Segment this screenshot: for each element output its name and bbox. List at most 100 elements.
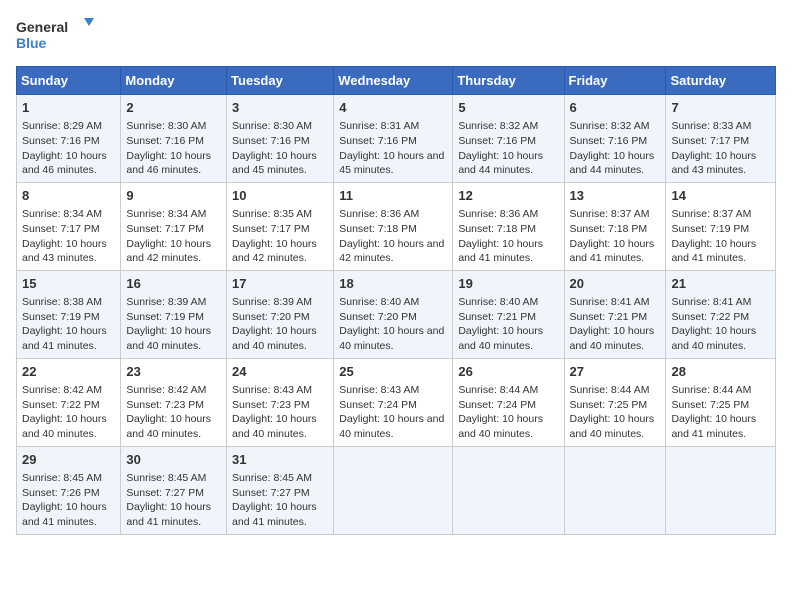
cell-content: Sunrise: 8:38 AM Sunset: 7:19 PM Dayligh… bbox=[22, 295, 115, 354]
cell-content: Sunrise: 8:45 AM Sunset: 7:26 PM Dayligh… bbox=[22, 471, 115, 530]
day-number: 30 bbox=[126, 451, 221, 469]
header-cell-thursday: Thursday bbox=[453, 67, 564, 95]
daylight-label: Daylight: 10 hours and 41 minutes. bbox=[232, 501, 317, 528]
calendar-cell: 17 Sunrise: 8:39 AM Sunset: 7:20 PM Dayl… bbox=[227, 270, 334, 358]
sunrise-label: Sunrise: 8:45 AM bbox=[232, 472, 312, 484]
day-number: 2 bbox=[126, 99, 221, 117]
sunrise-label: Sunrise: 8:33 AM bbox=[671, 120, 751, 132]
sunset-label: Sunset: 7:18 PM bbox=[458, 223, 536, 235]
daylight-label: Daylight: 10 hours and 41 minutes. bbox=[22, 501, 107, 528]
day-number: 7 bbox=[671, 99, 770, 117]
sunrise-label: Sunrise: 8:42 AM bbox=[22, 384, 102, 396]
cell-content: Sunrise: 8:37 AM Sunset: 7:19 PM Dayligh… bbox=[671, 207, 770, 266]
daylight-label: Daylight: 10 hours and 41 minutes. bbox=[458, 238, 543, 265]
cell-content: Sunrise: 8:34 AM Sunset: 7:17 PM Dayligh… bbox=[126, 207, 221, 266]
daylight-label: Daylight: 10 hours and 40 minutes. bbox=[339, 325, 444, 352]
sunrise-label: Sunrise: 8:32 AM bbox=[570, 120, 650, 132]
sunset-label: Sunset: 7:16 PM bbox=[126, 135, 204, 147]
daylight-label: Daylight: 10 hours and 46 minutes. bbox=[22, 150, 107, 177]
daylight-label: Daylight: 10 hours and 41 minutes. bbox=[22, 325, 107, 352]
cell-content: Sunrise: 8:41 AM Sunset: 7:21 PM Dayligh… bbox=[570, 295, 661, 354]
sunrise-label: Sunrise: 8:39 AM bbox=[126, 296, 206, 308]
cell-content: Sunrise: 8:42 AM Sunset: 7:23 PM Dayligh… bbox=[126, 383, 221, 442]
sunrise-label: Sunrise: 8:34 AM bbox=[22, 208, 102, 220]
sunset-label: Sunset: 7:17 PM bbox=[126, 223, 204, 235]
calendar-cell: 28 Sunrise: 8:44 AM Sunset: 7:25 PM Dayl… bbox=[666, 358, 776, 446]
calendar-cell: 6 Sunrise: 8:32 AM Sunset: 7:16 PM Dayli… bbox=[564, 95, 666, 183]
daylight-label: Daylight: 10 hours and 40 minutes. bbox=[570, 325, 655, 352]
day-number: 21 bbox=[671, 275, 770, 293]
sunset-label: Sunset: 7:21 PM bbox=[458, 311, 536, 323]
sunset-label: Sunset: 7:17 PM bbox=[22, 223, 100, 235]
sunset-label: Sunset: 7:18 PM bbox=[339, 223, 417, 235]
calendar-cell: 23 Sunrise: 8:42 AM Sunset: 7:23 PM Dayl… bbox=[121, 358, 227, 446]
header-cell-tuesday: Tuesday bbox=[227, 67, 334, 95]
sunrise-label: Sunrise: 8:42 AM bbox=[126, 384, 206, 396]
calendar-cell: 1 Sunrise: 8:29 AM Sunset: 7:16 PM Dayli… bbox=[17, 95, 121, 183]
cell-content: Sunrise: 8:32 AM Sunset: 7:16 PM Dayligh… bbox=[570, 119, 661, 178]
cell-content: Sunrise: 8:44 AM Sunset: 7:25 PM Dayligh… bbox=[671, 383, 770, 442]
calendar-cell: 10 Sunrise: 8:35 AM Sunset: 7:17 PM Dayl… bbox=[227, 182, 334, 270]
sunset-label: Sunset: 7:19 PM bbox=[126, 311, 204, 323]
logo-svg: General Blue bbox=[16, 16, 96, 54]
calendar-cell: 8 Sunrise: 8:34 AM Sunset: 7:17 PM Dayli… bbox=[17, 182, 121, 270]
day-number: 18 bbox=[339, 275, 447, 293]
daylight-label: Daylight: 10 hours and 45 minutes. bbox=[232, 150, 317, 177]
cell-content: Sunrise: 8:40 AM Sunset: 7:20 PM Dayligh… bbox=[339, 295, 447, 354]
calendar-cell: 5 Sunrise: 8:32 AM Sunset: 7:16 PM Dayli… bbox=[453, 95, 564, 183]
sunrise-label: Sunrise: 8:34 AM bbox=[126, 208, 206, 220]
cell-content: Sunrise: 8:33 AM Sunset: 7:17 PM Dayligh… bbox=[671, 119, 770, 178]
calendar-cell: 26 Sunrise: 8:44 AM Sunset: 7:24 PM Dayl… bbox=[453, 358, 564, 446]
sunset-label: Sunset: 7:20 PM bbox=[232, 311, 310, 323]
calendar-cell bbox=[564, 446, 666, 534]
day-number: 4 bbox=[339, 99, 447, 117]
sunrise-label: Sunrise: 8:32 AM bbox=[458, 120, 538, 132]
cell-content: Sunrise: 8:31 AM Sunset: 7:16 PM Dayligh… bbox=[339, 119, 447, 178]
day-number: 29 bbox=[22, 451, 115, 469]
sunrise-label: Sunrise: 8:37 AM bbox=[671, 208, 751, 220]
cell-content: Sunrise: 8:40 AM Sunset: 7:21 PM Dayligh… bbox=[458, 295, 558, 354]
day-number: 15 bbox=[22, 275, 115, 293]
day-number: 19 bbox=[458, 275, 558, 293]
daylight-label: Daylight: 10 hours and 40 minutes. bbox=[671, 325, 756, 352]
calendar-cell: 9 Sunrise: 8:34 AM Sunset: 7:17 PM Dayli… bbox=[121, 182, 227, 270]
calendar-cell: 12 Sunrise: 8:36 AM Sunset: 7:18 PM Dayl… bbox=[453, 182, 564, 270]
calendar-cell: 11 Sunrise: 8:36 AM Sunset: 7:18 PM Dayl… bbox=[334, 182, 453, 270]
sunset-label: Sunset: 7:16 PM bbox=[22, 135, 100, 147]
calendar-cell: 29 Sunrise: 8:45 AM Sunset: 7:26 PM Dayl… bbox=[17, 446, 121, 534]
calendar-cell bbox=[666, 446, 776, 534]
sunrise-label: Sunrise: 8:45 AM bbox=[22, 472, 102, 484]
daylight-label: Daylight: 10 hours and 40 minutes. bbox=[339, 413, 444, 440]
logo: General Blue bbox=[16, 16, 96, 54]
daylight-label: Daylight: 10 hours and 41 minutes. bbox=[126, 501, 211, 528]
header-cell-wednesday: Wednesday bbox=[334, 67, 453, 95]
day-number: 12 bbox=[458, 187, 558, 205]
sunset-label: Sunset: 7:27 PM bbox=[232, 487, 310, 499]
cell-content: Sunrise: 8:43 AM Sunset: 7:24 PM Dayligh… bbox=[339, 383, 447, 442]
sunrise-label: Sunrise: 8:36 AM bbox=[339, 208, 419, 220]
daylight-label: Daylight: 10 hours and 40 minutes. bbox=[458, 413, 543, 440]
calendar-cell: 4 Sunrise: 8:31 AM Sunset: 7:16 PM Dayli… bbox=[334, 95, 453, 183]
sunset-label: Sunset: 7:24 PM bbox=[339, 399, 417, 411]
calendar-cell: 16 Sunrise: 8:39 AM Sunset: 7:19 PM Dayl… bbox=[121, 270, 227, 358]
sunrise-label: Sunrise: 8:44 AM bbox=[458, 384, 538, 396]
calendar-cell: 15 Sunrise: 8:38 AM Sunset: 7:19 PM Dayl… bbox=[17, 270, 121, 358]
daylight-label: Daylight: 10 hours and 40 minutes. bbox=[458, 325, 543, 352]
sunrise-label: Sunrise: 8:36 AM bbox=[458, 208, 538, 220]
day-number: 1 bbox=[22, 99, 115, 117]
cell-content: Sunrise: 8:29 AM Sunset: 7:16 PM Dayligh… bbox=[22, 119, 115, 178]
sunrise-label: Sunrise: 8:38 AM bbox=[22, 296, 102, 308]
sunrise-label: Sunrise: 8:37 AM bbox=[570, 208, 650, 220]
daylight-label: Daylight: 10 hours and 40 minutes. bbox=[232, 325, 317, 352]
calendar-cell: 20 Sunrise: 8:41 AM Sunset: 7:21 PM Dayl… bbox=[564, 270, 666, 358]
daylight-label: Daylight: 10 hours and 45 minutes. bbox=[339, 150, 444, 177]
sunset-label: Sunset: 7:20 PM bbox=[339, 311, 417, 323]
calendar-cell: 25 Sunrise: 8:43 AM Sunset: 7:24 PM Dayl… bbox=[334, 358, 453, 446]
day-number: 27 bbox=[570, 363, 661, 381]
day-number: 14 bbox=[671, 187, 770, 205]
sunrise-label: Sunrise: 8:45 AM bbox=[126, 472, 206, 484]
daylight-label: Daylight: 10 hours and 40 minutes. bbox=[570, 413, 655, 440]
header-cell-friday: Friday bbox=[564, 67, 666, 95]
calendar-week-3: 15 Sunrise: 8:38 AM Sunset: 7:19 PM Dayl… bbox=[17, 270, 776, 358]
cell-content: Sunrise: 8:30 AM Sunset: 7:16 PM Dayligh… bbox=[232, 119, 328, 178]
